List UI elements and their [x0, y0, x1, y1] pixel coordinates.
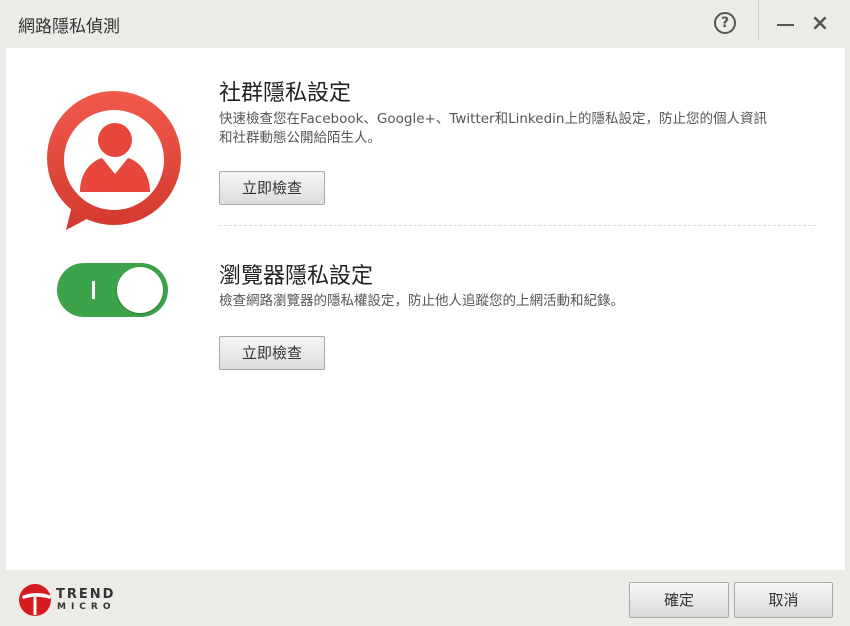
section-divider — [219, 225, 816, 226]
close-button[interactable]: × — [810, 12, 830, 36]
browser-check-button[interactable]: 立即檢查 — [219, 336, 325, 370]
cancel-button[interactable]: 取消 — [734, 582, 833, 618]
toggle-on-mark — [92, 281, 95, 299]
social-desc-line1: 快速檢查您在Facebook、Google+、Twitter和Linkedin上… — [219, 111, 767, 127]
ok-button[interactable]: 確定 — [629, 582, 729, 618]
browser-privacy-title: 瀏覽器隱私設定 — [219, 264, 374, 289]
help-icon: ? — [720, 15, 730, 31]
close-icon: × — [810, 11, 830, 36]
title-bar: 網路隱私偵測 ? × — [0, 0, 850, 48]
brand-name: TREND — [56, 587, 116, 602]
social-privacy-description: 快速檢查您在Facebook、Google+、Twitter和Linkedin上… — [219, 110, 829, 148]
toggle-knob — [117, 267, 163, 313]
titlebar-divider — [758, 0, 759, 40]
window-title: 網路隱私偵測 — [18, 17, 120, 37]
help-button[interactable]: ? — [714, 12, 736, 34]
content-panel: 社群隱私設定 快速檢查您在Facebook、Google+、Twitter和Li… — [6, 48, 845, 570]
browser-privacy-toggle[interactable] — [57, 263, 168, 317]
browser-privacy-description: 檢查網路瀏覽器的隱私權設定，防止他人追蹤您的上網活動和紀錄。 — [219, 293, 624, 309]
social-privacy-icon — [47, 91, 181, 230]
social-check-button[interactable]: 立即檢查 — [219, 171, 325, 205]
minimize-button[interactable] — [777, 24, 794, 26]
social-privacy-title: 社群隱私設定 — [219, 81, 352, 106]
brand-sub: MICRO — [57, 602, 116, 612]
social-desc-line2: 和社群動態公開給陌生人。 — [219, 130, 381, 146]
